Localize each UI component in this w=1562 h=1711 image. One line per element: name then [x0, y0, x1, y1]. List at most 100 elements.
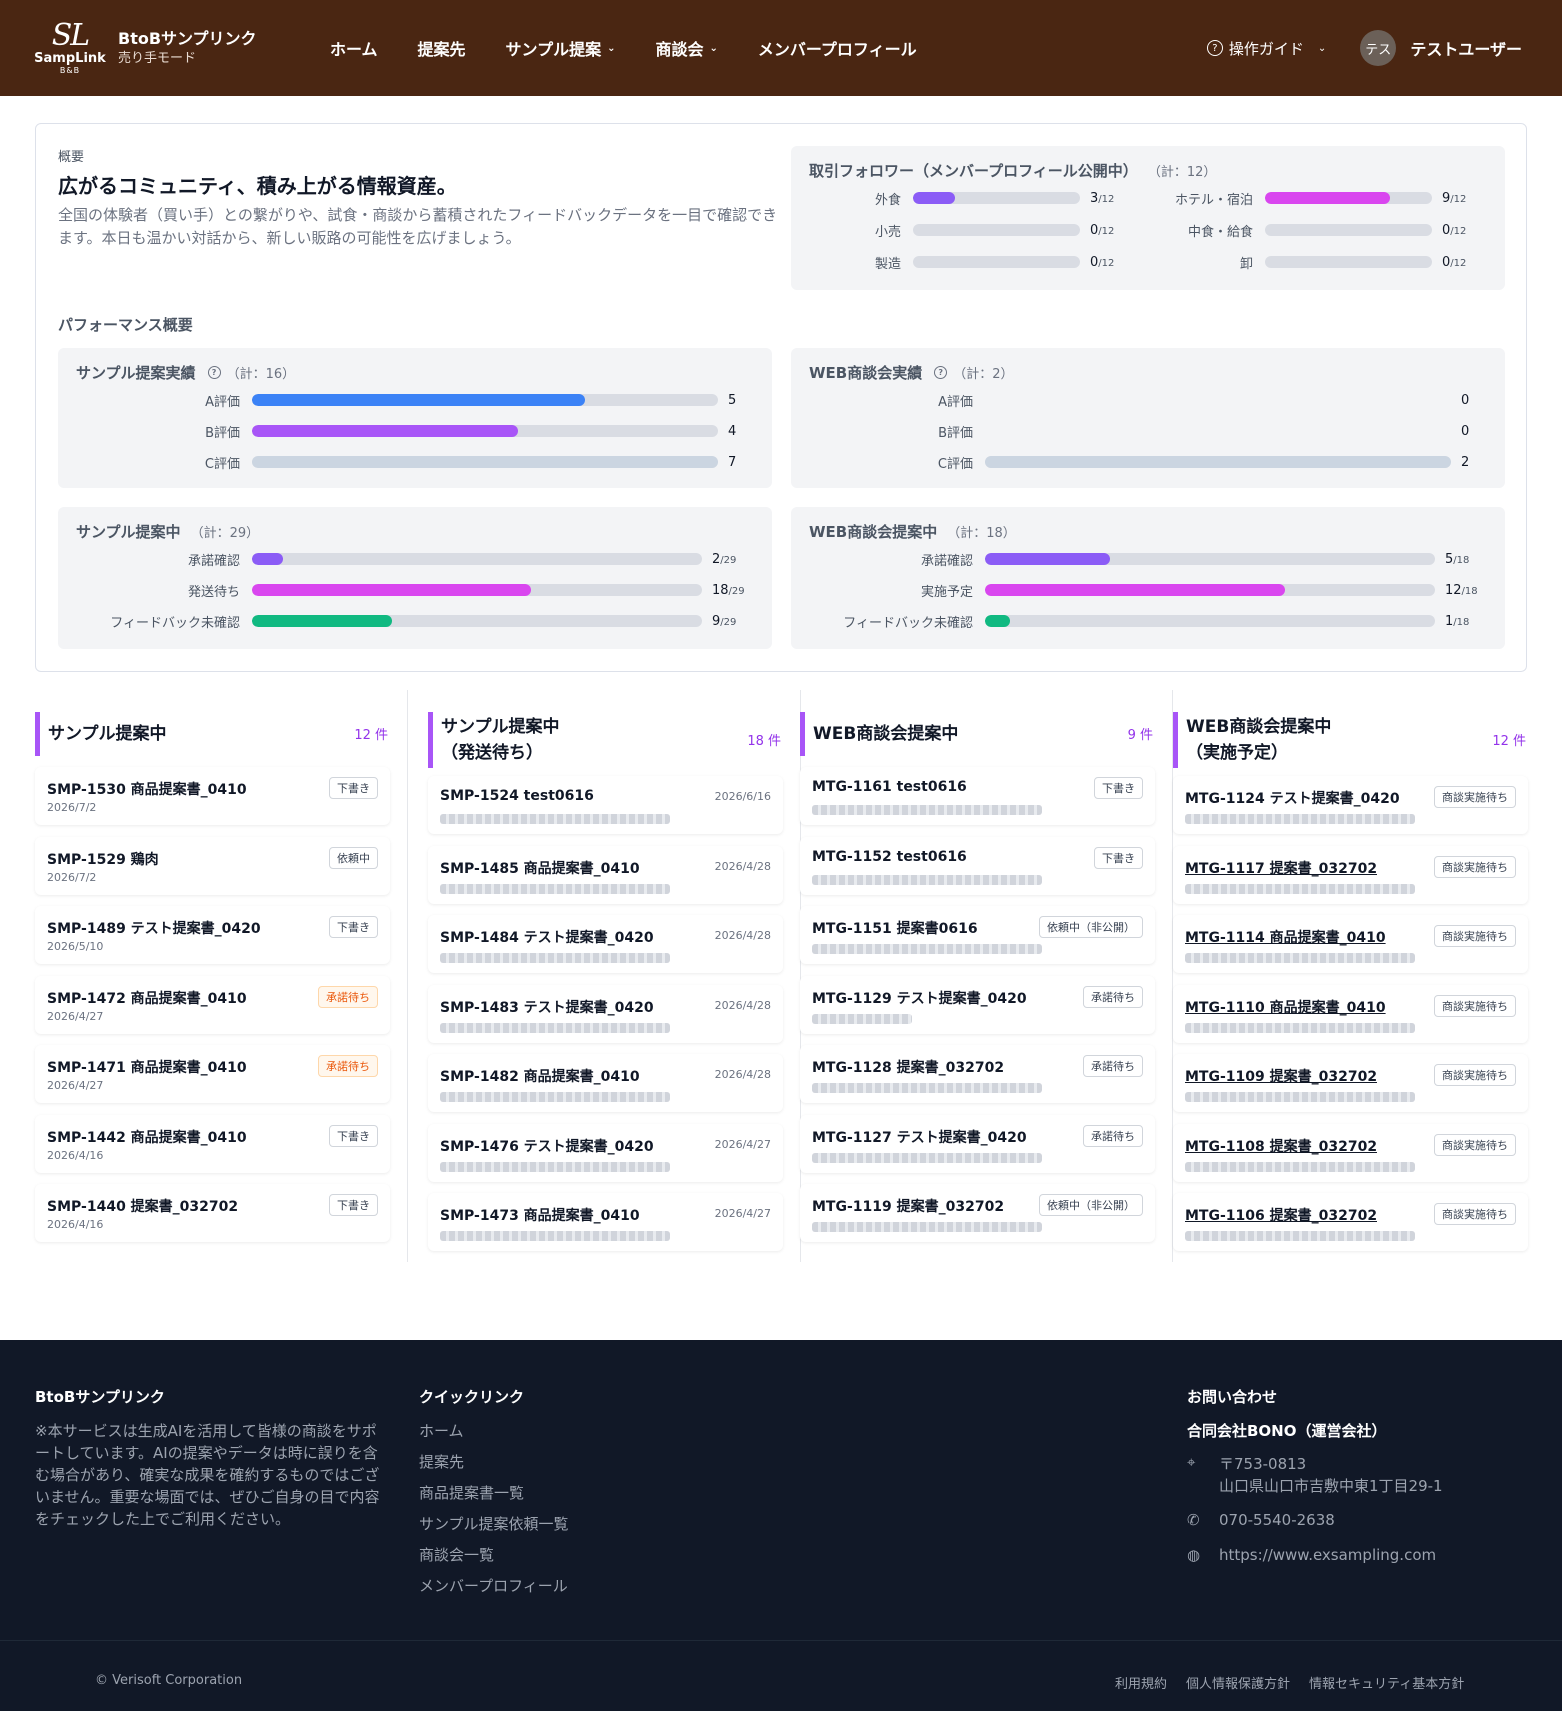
guide-menu[interactable]: ? 操作ガイド ⌄: [1206, 38, 1326, 59]
proposal-card[interactable]: MTG-1109 提案書_032702 商談実施待ち: [1173, 1054, 1528, 1112]
card-date: 2026/4/27: [47, 1009, 104, 1023]
proposal-card[interactable]: MTG-1108 提案書_032702 商談実施待ち: [1173, 1123, 1528, 1182]
proposal-card[interactable]: SMP-1472 商品提案書_0410 2026/4/27 承諾待ち: [35, 975, 390, 1034]
card-title: SMP-1529 鶏肉: [47, 851, 159, 868]
help-icon[interactable]: ?: [207, 366, 221, 379]
footer-quick-link[interactable]: サンプル提案依頼一覧: [419, 1513, 569, 1534]
follower-value: 0/12: [1442, 254, 1467, 270]
status-badge: 商談実施待ち: [1434, 994, 1516, 1017]
stat-label: 発送待ち: [187, 584, 240, 600]
proposal-card[interactable]: MTG-1119 提案書_032702 依頼中（非公開）: [800, 1184, 1155, 1242]
status-badge: 商談実施待ち: [1434, 855, 1516, 878]
stat-value: 12/18: [1445, 582, 1478, 598]
follower-value: 3/12: [1090, 190, 1115, 206]
proposal-card[interactable]: SMP-1440 提案書_032702 2026/4/16 下書き: [35, 1184, 390, 1242]
nav-item[interactable]: 商談会 ⌄: [655, 36, 717, 60]
follower-label: 小売: [874, 224, 901, 240]
stat-bar: [985, 615, 1435, 627]
stat-bar: [985, 553, 1435, 565]
stat-bar: [985, 584, 1435, 596]
status-badge: 商談実施待ち: [1434, 1133, 1516, 1156]
card-title[interactable]: MTG-1108 提案書_032702: [1185, 1136, 1377, 1156]
stat-label: フィードバック未確認: [110, 615, 240, 631]
stat-row: 発送待ち 18/29: [58, 580, 772, 600]
quick-links-title: クイックリンク: [419, 1388, 525, 1406]
proposal-card[interactable]: MTG-1124 テスト提案書_0420 商談実施待ち: [1173, 776, 1528, 834]
nav-item[interactable]: ホーム: [330, 36, 378, 60]
proposal-card[interactable]: SMP-1442 商品提案書_0410 2026/4/16 下書き: [35, 1114, 390, 1173]
footer-quick-link[interactable]: メンバープロフィール: [419, 1575, 568, 1596]
proposal-card[interactable]: MTG-1106 提案書_032702 商談実施待ち: [1173, 1193, 1528, 1251]
user-name[interactable]: テストユーザー: [1410, 36, 1522, 60]
column-count: 12 件: [1492, 734, 1526, 749]
postal-code: 〒753-0813: [1219, 1455, 1307, 1473]
nav-item[interactable]: 提案先: [418, 36, 466, 60]
follower-value: 0/12: [1090, 254, 1115, 270]
card-title[interactable]: MTG-1106 提案書_032702: [1185, 1205, 1377, 1225]
follower-label: 外食: [874, 192, 901, 208]
card-title[interactable]: MTG-1110 商品提案書_0410: [1185, 997, 1386, 1017]
proposal-card[interactable]: SMP-1529 鶏肉 2026/7/2 依頼中: [35, 836, 390, 895]
stat-row: B評価 0: [791, 421, 1505, 441]
avatar[interactable]: テス: [1360, 30, 1397, 66]
main-nav: ホーム 提案先 サンプル提案 ⌄ 商談会 ⌄ メンバープロフィール: [330, 36, 1207, 60]
proposal-card[interactable]: MTG-1161 test0616 下書き: [800, 767, 1155, 825]
nav-item[interactable]: メンバープロフィール: [758, 36, 917, 60]
privacy-link[interactable]: 個人情報保護方針: [1186, 1673, 1290, 1692]
terms-link[interactable]: 利用規約: [1115, 1673, 1167, 1692]
proposal-card[interactable]: MTG-1128 提案書_032702 承諾待ち: [800, 1045, 1155, 1103]
proposal-card[interactable]: SMP-1483 テスト提案書_0420 2026/4/28: [428, 984, 783, 1043]
card-title: MTG-1127 テスト提案書_0420: [812, 1129, 1027, 1146]
proposal-card[interactable]: SMP-1530 商品提案書_0410 2026/7/2 下書き: [35, 767, 390, 825]
phone-number[interactable]: 070-5540-2638: [1219, 1511, 1335, 1529]
proposal-card[interactable]: SMP-1524 test0616 2026/6/16: [428, 776, 783, 834]
proposal-card[interactable]: MTG-1129 テスト提案書_0420 承諾待ち: [800, 975, 1155, 1034]
stat-bar: [252, 615, 702, 627]
proposal-card[interactable]: SMP-1489 テスト提案書_0420 2026/5/10 下書き: [35, 906, 390, 964]
card-title: SMP-1484 テスト提案書_0420: [440, 930, 654, 946]
footer-quick-link[interactable]: 提案先: [419, 1451, 464, 1472]
card-title: SMP-1472 商品提案書_0410: [47, 990, 247, 1007]
blurred-company-name: [1185, 1022, 1415, 1033]
blurred-company-name: [440, 814, 670, 824]
proposal-card[interactable]: MTG-1117 提案書_032702 商談実施待ち: [1173, 845, 1528, 904]
help-icon[interactable]: ?: [934, 366, 948, 379]
proposal-card[interactable]: MTG-1114 商品提案書_0410 商談実施待ち: [1173, 915, 1528, 973]
proposal-card[interactable]: SMP-1471 商品提案書_0410 2026/4/27 承諾待ち: [35, 1045, 390, 1103]
stat-row: C評価 2: [791, 452, 1505, 472]
stat-bar: [252, 584, 702, 596]
blurred-company-name: [1185, 883, 1415, 894]
follower-bar: [1265, 224, 1432, 236]
security-policy-link[interactable]: 情報セキュリティ基本方針: [1309, 1673, 1464, 1692]
card-title: SMP-1442 商品提案書_0410: [47, 1129, 247, 1146]
card-title[interactable]: MTG-1109 提案書_032702: [1185, 1066, 1377, 1086]
logo[interactable]: SL SampLink B&B BtoBサンプリンク 売り手モード: [34, 20, 304, 76]
footer-quick-link[interactable]: ホーム: [419, 1420, 464, 1441]
nav-item[interactable]: サンプル提案 ⌄: [506, 36, 616, 60]
footer-quick-link[interactable]: 商談会一覧: [419, 1544, 494, 1565]
proposal-card[interactable]: SMP-1476 テスト提案書_0420 2026/4/27: [428, 1123, 783, 1182]
proposal-card[interactable]: SMP-1482 商品提案書_0410 2026/4/28: [428, 1054, 783, 1112]
follower-bar: [1265, 192, 1432, 204]
top-header: SL SampLink B&B BtoBサンプリンク 売り手モード ホーム 提案先…: [0, 0, 1562, 96]
stat-row: フィードバック未確認 9/29: [58, 611, 772, 631]
proposal-card[interactable]: SMP-1473 商品提案書_0410 2026/4/27: [428, 1193, 783, 1251]
website-link[interactable]: https://www.exsampling.com: [1219, 1546, 1436, 1564]
status-badge: 下書き: [1094, 777, 1143, 799]
blurred-company-name: [812, 1013, 912, 1024]
card-title[interactable]: MTG-1114 商品提案書_0410: [1185, 927, 1386, 947]
follower-row: 外食 3/12: [791, 188, 1141, 208]
proposal-card[interactable]: SMP-1485 商品提案書_0410 2026/4/28: [428, 845, 783, 904]
stat-label: B評価: [938, 425, 973, 441]
proposal-card[interactable]: MTG-1127 テスト提案書_0420 承諾待ち: [800, 1114, 1155, 1173]
card-title[interactable]: MTG-1117 提案書_032702: [1185, 858, 1377, 878]
proposal-card[interactable]: MTG-1151 提案書0616 依頼中（非公開）: [800, 906, 1155, 964]
proposal-card[interactable]: SMP-1484 テスト提案書_0420 2026/4/28: [428, 915, 783, 973]
column-count: 9 件: [1127, 728, 1153, 743]
footer-quick-link[interactable]: 商品提案書一覧: [419, 1482, 524, 1503]
stat-bar: [985, 456, 1451, 468]
proposal-card[interactable]: MTG-1152 test0616 下書き: [800, 836, 1155, 895]
stat-bar: [985, 425, 1451, 437]
blurred-company-name: [1185, 1161, 1415, 1172]
proposal-card[interactable]: MTG-1110 商品提案書_0410 商談実施待ち: [1173, 984, 1528, 1043]
